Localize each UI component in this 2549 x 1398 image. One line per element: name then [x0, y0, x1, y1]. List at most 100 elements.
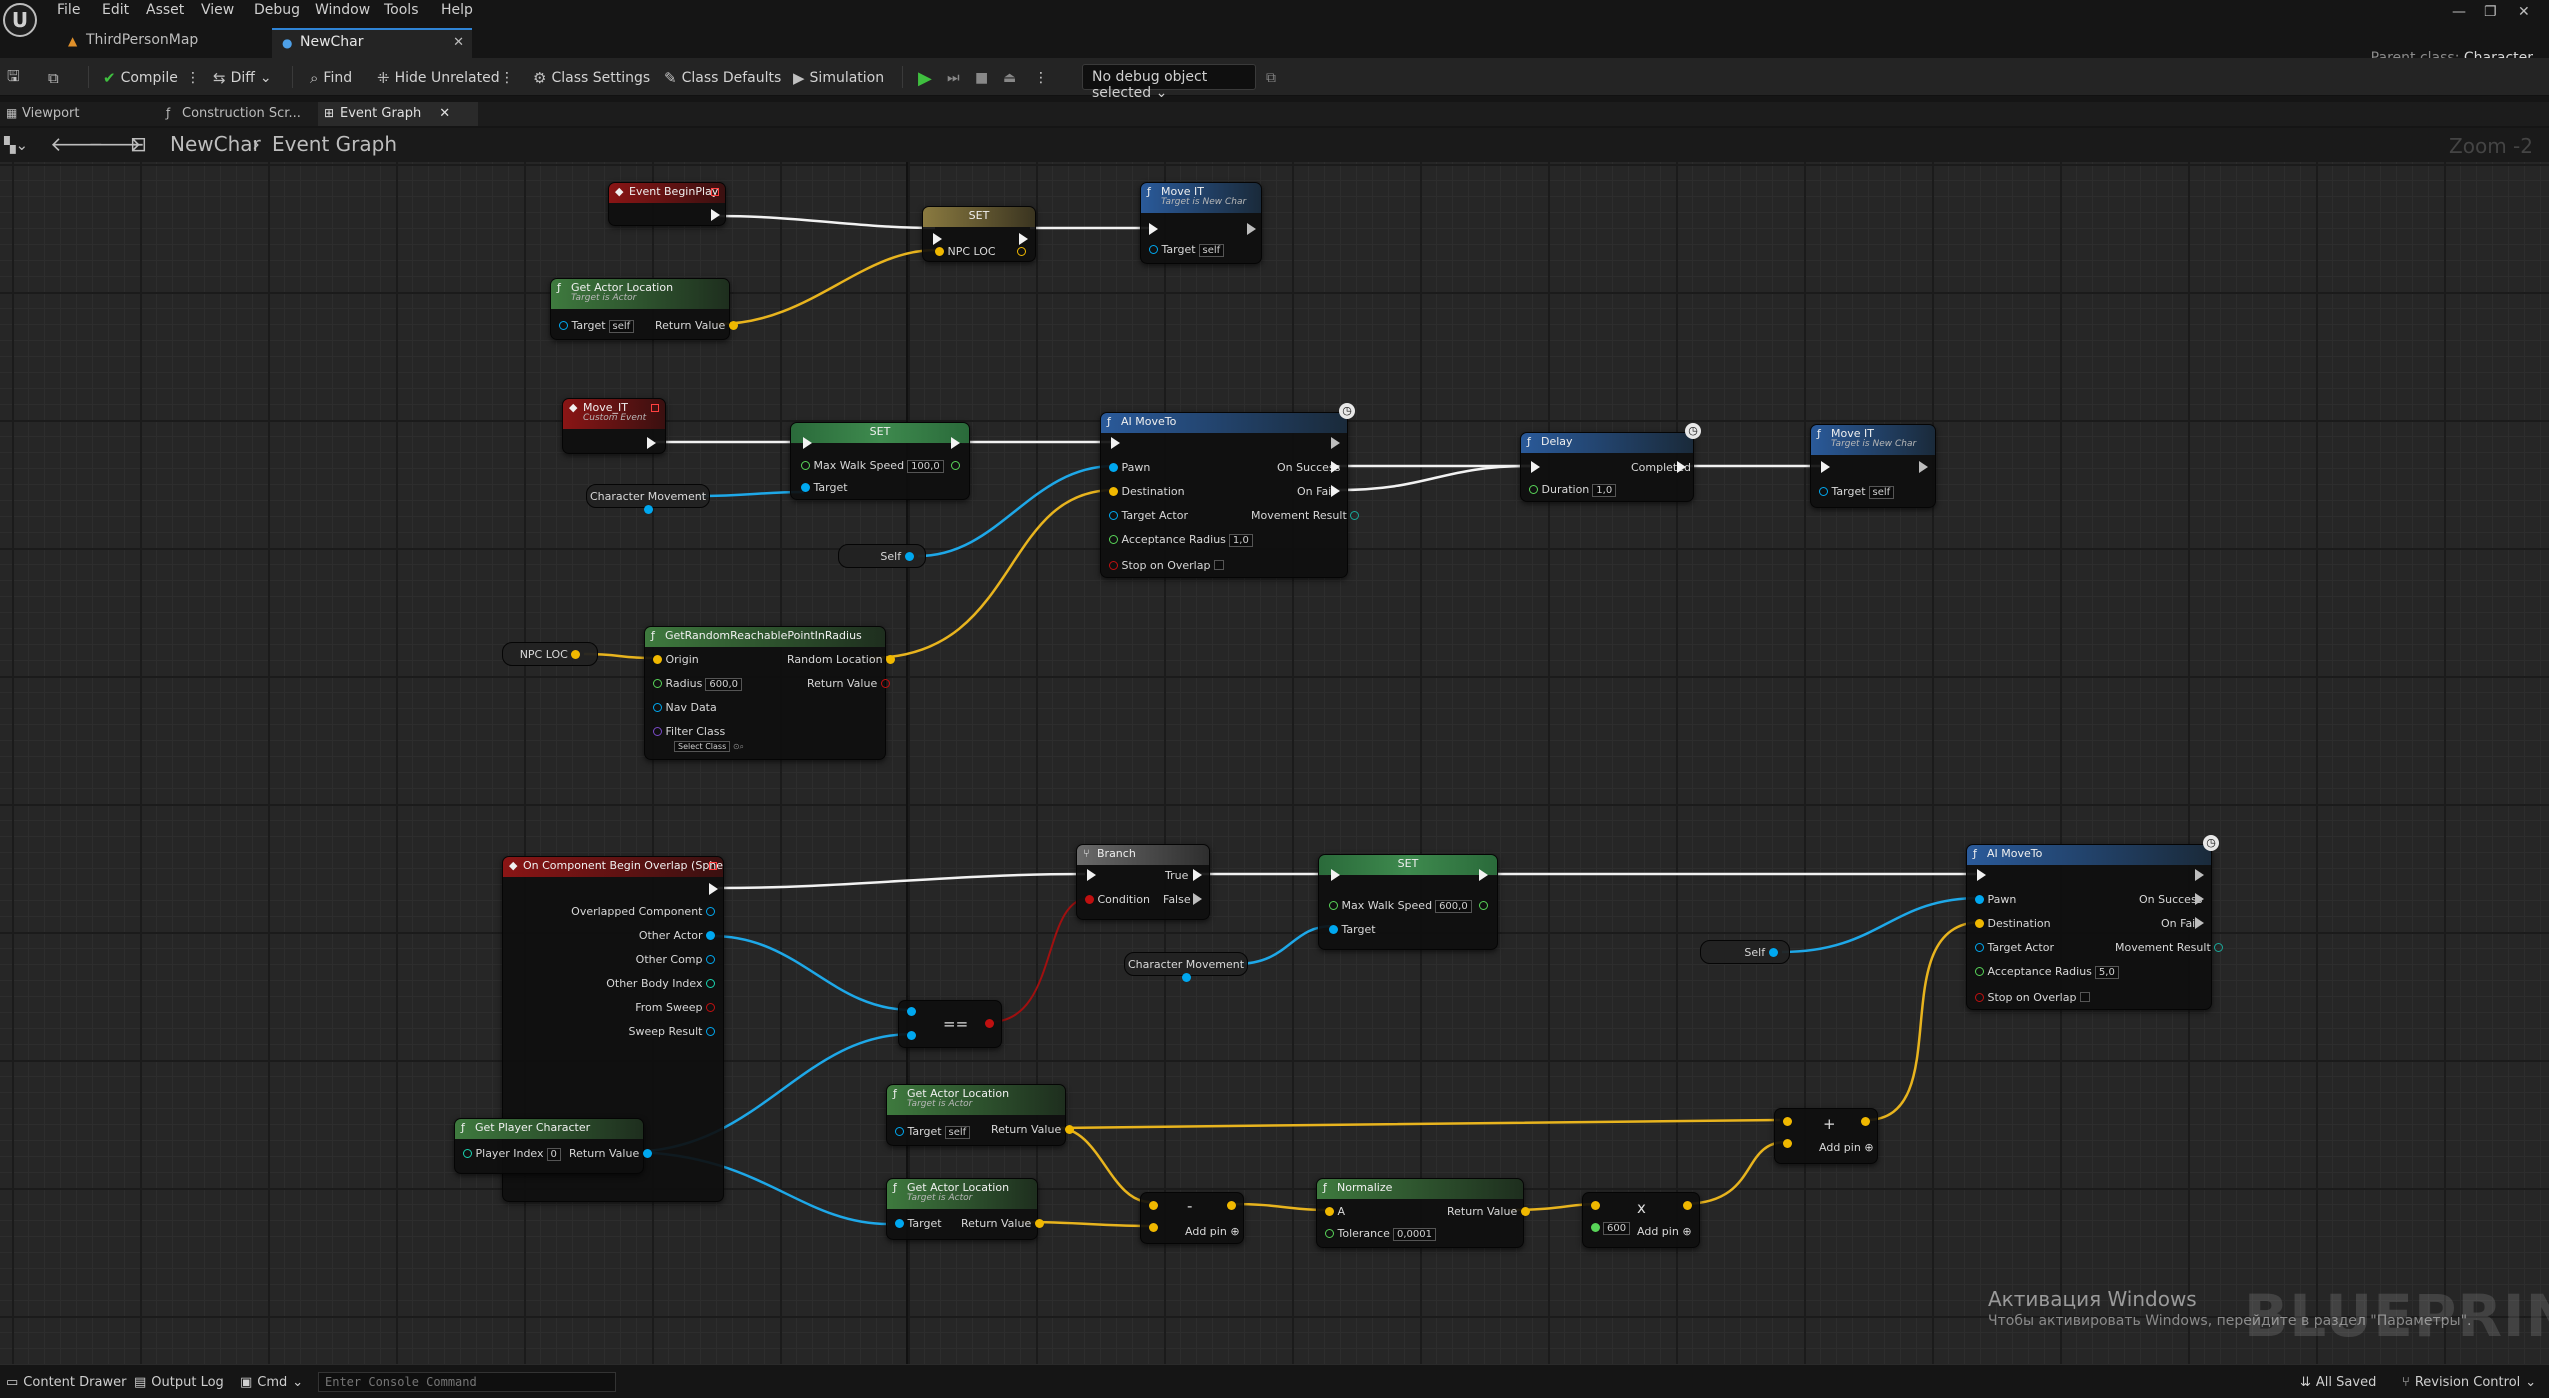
target-pin[interactable]: Target	[1329, 923, 1376, 936]
breadcrumb-root[interactable]: NewChar	[170, 132, 261, 156]
on-fail-pin[interactable]: On Fail	[2161, 917, 2198, 930]
max-walk-speed-out-pin[interactable]	[1479, 899, 1488, 912]
return-value-pin[interactable]: Return Value	[961, 1217, 1044, 1230]
pin-default-value[interactable]: 600,0	[1435, 900, 1472, 913]
set-max-walk-speed-node[interactable]: SET Max Walk Speed 100,0 Target	[790, 422, 970, 500]
pin-default-value[interactable]: self	[944, 1126, 971, 1139]
equal-input-b-pin[interactable]	[907, 1029, 916, 1042]
stop-on-overlap-checkbox[interactable]	[2080, 992, 2091, 1002]
custom-event-move-it-node[interactable]: ◆ Move_IT Custom Event	[562, 398, 666, 454]
add-output-pin[interactable]	[1861, 1115, 1870, 1128]
simulation-button[interactable]: ▶ Simulation	[793, 67, 884, 89]
pin-default-value[interactable]: 0	[546, 1148, 561, 1161]
exec-out-pin[interactable]	[647, 437, 656, 449]
pin-default-value[interactable]: 600,0	[705, 678, 743, 691]
bookmark-icon[interactable]: ▚⌄	[4, 136, 28, 154]
delay-node[interactable]: ƒ Delay ◷ Completed Duration 1,0	[1520, 423, 1701, 502]
multiply-input-b-pin[interactable]: 600	[1591, 1221, 1631, 1235]
origin-pin[interactable]: Origin	[653, 653, 699, 666]
false-exec-pin[interactable]	[1193, 893, 1202, 905]
exec-in-pin[interactable]	[1821, 461, 1830, 473]
pin-default-value[interactable]: self	[608, 320, 635, 333]
breadcrumb-current[interactable]: Event Graph	[272, 132, 397, 156]
exec-out-pin[interactable]	[711, 209, 720, 221]
add-pin-button[interactable]: Add pin ⊕	[1637, 1225, 1692, 1238]
eject-icon[interactable]: ⏏	[1003, 67, 1016, 89]
tolerance-pin[interactable]: Tolerance 0,0001	[1325, 1227, 1436, 1241]
self-reference-node-2[interactable]: Self	[1700, 940, 1790, 964]
subtract-input-a-pin[interactable]	[1149, 1199, 1158, 1212]
normalize-a-pin[interactable]: A	[1325, 1205, 1345, 1218]
step-icon[interactable]: ⏭	[947, 67, 960, 89]
add-input-b-pin[interactable]	[1783, 1137, 1792, 1150]
get-random-reachable-point-node[interactable]: ƒ GetRandomReachablePointInRadius Origin …	[644, 626, 896, 760]
exec-out-pin[interactable]	[1331, 437, 1340, 449]
set-npc-loc-node[interactable]: SET NPC LOC	[922, 206, 1036, 262]
random-location-pin[interactable]: Random Location	[787, 653, 896, 666]
return-value-pin[interactable]: Return Value	[569, 1147, 652, 1160]
compile-options-icon[interactable]: ⋮	[186, 67, 200, 89]
content-drawer-button[interactable]: ▭ Content Drawer	[6, 1375, 126, 1390]
tab-thirdpersonmap[interactable]: ▲ ThirdPersonMap	[58, 28, 268, 58]
pawn-pin[interactable]: Pawn	[1975, 893, 2016, 906]
get-actor-location-node-2[interactable]: ƒ Get Actor Location Target is Actor Targe…	[886, 1084, 1074, 1146]
class-defaults-button[interactable]: ✎ Class Defaults	[664, 67, 781, 89]
branch-node[interactable]: ⑂ Branch True Condition False	[1076, 844, 1210, 920]
more-options-icon[interactable]: ⋮	[500, 67, 514, 89]
filter-class-pin[interactable]: Filter Class	[653, 725, 725, 738]
radius-pin[interactable]: Radius 600,0	[653, 677, 743, 691]
compile-button[interactable]: ✔ Compile	[103, 67, 178, 89]
unreal-logo-icon[interactable]: U	[3, 3, 37, 37]
max-walk-speed-pin[interactable]: Max Walk Speed 600,0	[1329, 899, 1472, 913]
max-walk-speed-pin[interactable]: Max Walk Speed 100,0	[801, 459, 944, 473]
on-success-pin[interactable]: On Success	[2139, 893, 2202, 906]
exec-out-pin[interactable]	[1919, 461, 1928, 473]
move-it-call-node[interactable]: ƒ Move IT Target is New Char Target self	[1140, 182, 1262, 264]
subtract-output-pin[interactable]	[1227, 1199, 1236, 1212]
other-actor-pin[interactable]: Other Actor	[639, 929, 715, 942]
debug-browse-icon[interactable]: ⧉	[1266, 67, 1276, 89]
target-actor-pin[interactable]: Target Actor	[1975, 941, 2054, 954]
completed-exec-pin[interactable]	[1677, 461, 1686, 473]
true-exec-pin[interactable]	[1193, 869, 1202, 881]
normalize-node[interactable]: ƒ Normalize A Tolerance 0,0001 Return Valu…	[1316, 1178, 1530, 1248]
stop-on-overlap-pin[interactable]: Stop on Overlap	[1109, 559, 1225, 572]
false-pin[interactable]: False	[1163, 893, 1191, 906]
exec-in-pin[interactable]	[1087, 869, 1096, 881]
multiply-input-a-pin[interactable]	[1591, 1199, 1600, 1212]
exec-out-pin[interactable]	[2195, 869, 2204, 881]
character-movement-getter[interactable]: Character Movement	[586, 484, 710, 514]
close-tab-icon[interactable]: ✕	[453, 35, 464, 50]
pawn-pin[interactable]: Pawn	[1109, 461, 1150, 474]
return-value-pin[interactable]: Return Value	[1447, 1205, 1530, 1218]
self-reference-node[interactable]: Self	[838, 544, 926, 568]
hide-unrelated-button[interactable]: ⁜ Hide Unrelated	[377, 67, 500, 89]
menu-help[interactable]: Help	[441, 2, 473, 18]
target-pin[interactable]: Target self	[559, 319, 635, 333]
event-beginplay-node[interactable]: ◆ Event BeginPlay	[608, 182, 726, 226]
exec-in-pin[interactable]	[803, 437, 812, 449]
on-fail-exec-pin[interactable]	[2195, 917, 2204, 929]
stop-icon[interactable]: ■	[975, 67, 988, 89]
ai-moveto-node-2[interactable]: ƒ AI MoveTo ◷ Pawn Destination Target Act…	[1966, 835, 2224, 1010]
exec-out-pin[interactable]	[951, 437, 960, 449]
play-icon[interactable]: ▶	[918, 67, 932, 89]
acceptance-radius-pin[interactable]: Acceptance Radius 5,0	[1975, 965, 2119, 979]
target-pin[interactable]: Target self	[895, 1125, 971, 1139]
add-input-a-pin[interactable]	[1783, 1115, 1792, 1128]
exec-in-pin[interactable]	[1111, 437, 1120, 449]
equal-input-a-pin[interactable]	[907, 1005, 916, 1018]
menu-asset[interactable]: Asset	[146, 2, 184, 18]
movement-result-pin[interactable]: Movement Result	[2115, 941, 2224, 954]
on-success-exec-pin[interactable]	[1331, 461, 1340, 473]
diff-button[interactable]: ⇆ Diff ⌄	[213, 67, 272, 89]
stop-on-overlap-pin[interactable]: Stop on Overlap	[1975, 991, 2091, 1004]
return-value-pin[interactable]: Return Value	[991, 1123, 1074, 1136]
play-options-icon[interactable]: ⋮	[1034, 67, 1048, 89]
destination-pin[interactable]: Destination	[1109, 485, 1185, 498]
stop-on-overlap-checkbox[interactable]	[1214, 560, 1225, 570]
other-body-index-pin[interactable]: Other Body Index	[606, 977, 715, 990]
add-vector-node[interactable]: + Add pin ⊕	[1774, 1108, 1878, 1164]
pin-default-value[interactable]: self	[1198, 244, 1225, 257]
exec-in-pin[interactable]	[1331, 869, 1340, 881]
